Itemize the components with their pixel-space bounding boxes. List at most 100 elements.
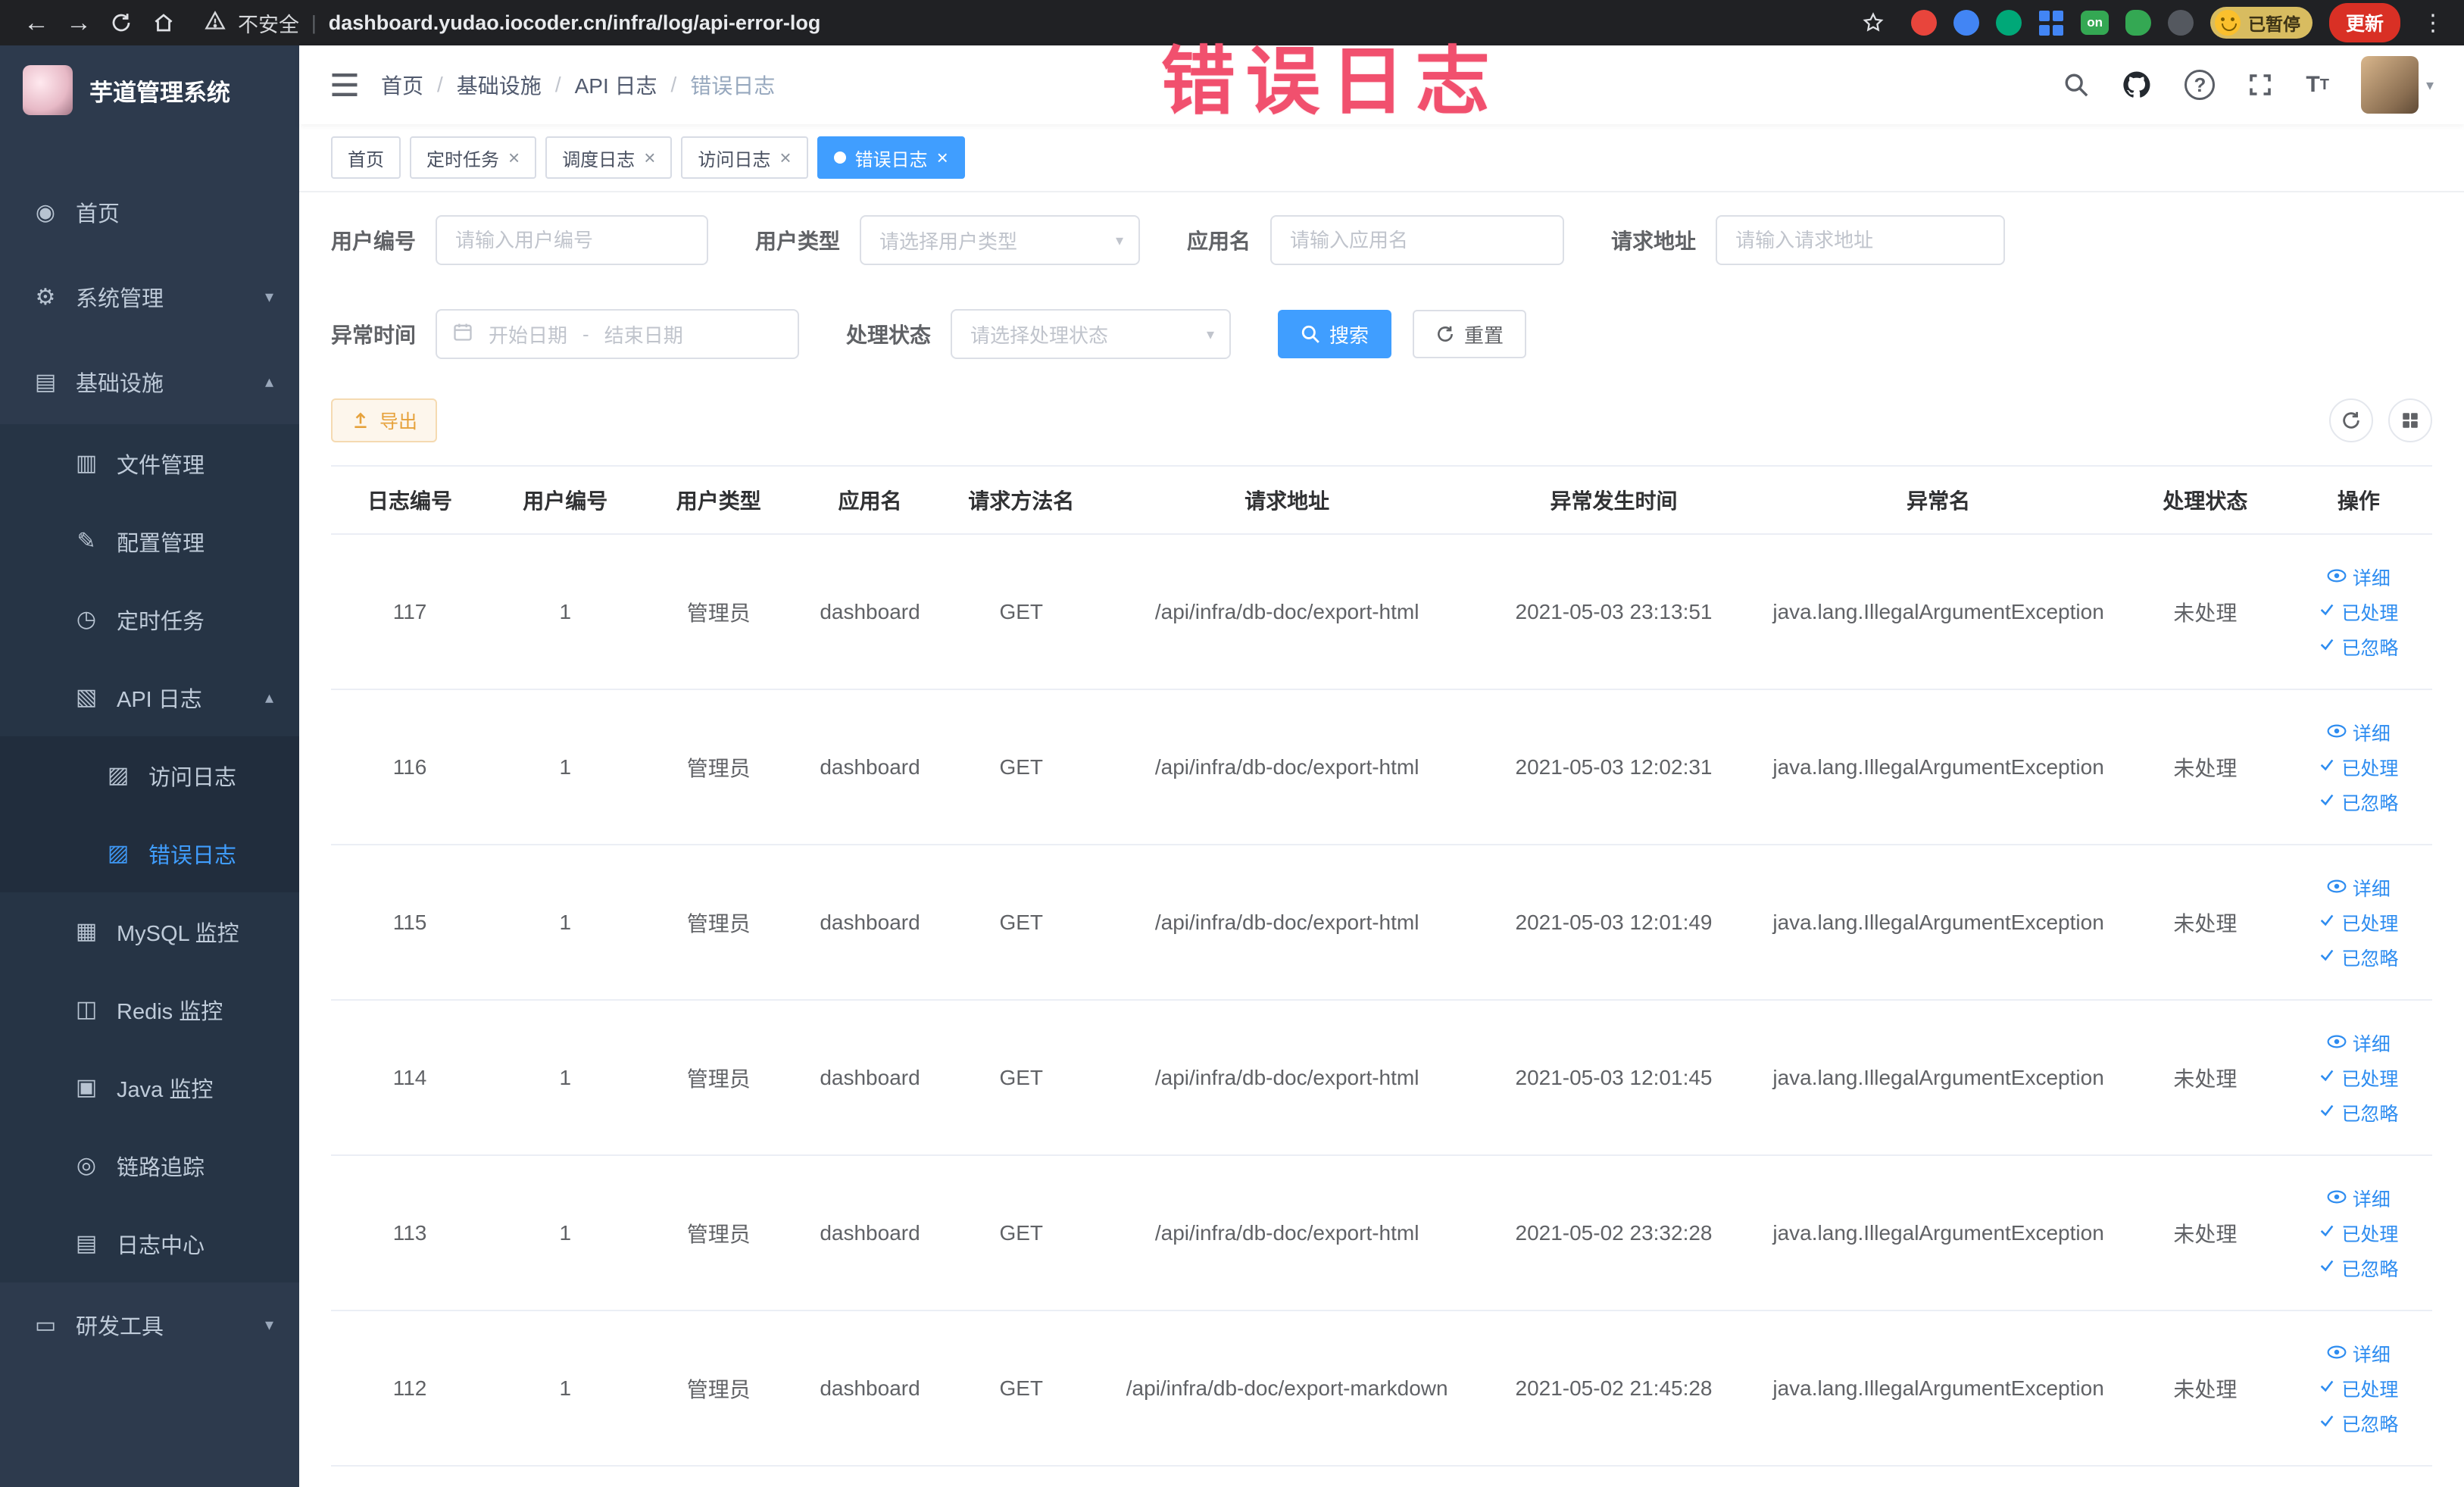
fullscreen-icon[interactable]: [2247, 71, 2274, 98]
user-type-label: 用户类型: [755, 230, 841, 253]
mark-processed-link[interactable]: 已处理: [2319, 598, 2398, 626]
browser-update-button[interactable]: 更新: [2328, 3, 2400, 42]
back-icon[interactable]: ←: [15, 5, 58, 41]
extension-icon-green[interactable]: [1996, 10, 2022, 36]
mark-ignored-link[interactable]: 已忽略: [2319, 1099, 2398, 1126]
detail-link[interactable]: 详细: [2327, 1029, 2391, 1057]
close-icon[interactable]: ×: [937, 148, 948, 167]
request-url-input[interactable]: [1716, 215, 2006, 265]
paused-extension-badge[interactable]: 已暂停: [2209, 7, 2313, 39]
trace-icon: ◎: [76, 1153, 97, 1178]
chevron-down-icon: ▾: [264, 287, 273, 306]
mark-ignored-link[interactable]: 已忽略: [2319, 633, 2398, 661]
filter-process-status: 处理状态 请选择处理状态 ▾: [846, 309, 1232, 359]
tab-access-log[interactable]: 访问日志 ×: [681, 136, 808, 179]
tab-home[interactable]: 首页: [331, 136, 401, 179]
col-log-id: 日志编号: [331, 465, 489, 535]
mark-processed-link[interactable]: 已处理: [2319, 754, 2398, 781]
sidebar-item-scheduled-tasks[interactable]: ◷ 定时任务: [0, 580, 299, 658]
breadcrumb-api-logs[interactable]: API 日志: [575, 70, 657, 100]
extension-icon-pin[interactable]: [2167, 10, 2194, 36]
tab-scheduled-tasks[interactable]: 定时任务 ×: [410, 136, 537, 179]
refresh-icon[interactable]: [2329, 398, 2373, 442]
user-type-select[interactable]: 请选择用户类型 ▾: [860, 215, 1141, 265]
search-button[interactable]: 搜索: [1278, 310, 1392, 358]
mark-ignored-link[interactable]: 已忽略: [2319, 1410, 2398, 1437]
sidebar-item-file-management[interactable]: ▥ 文件管理: [0, 424, 299, 502]
detail-link[interactable]: 详细: [2327, 1185, 2391, 1212]
hamburger-icon[interactable]: [322, 62, 367, 108]
bookmark-star-icon[interactable]: [1852, 5, 1894, 41]
mark-ignored-link[interactable]: 已忽略: [2319, 789, 2398, 816]
mark-processed-link[interactable]: 已处理: [2319, 1064, 2398, 1092]
address-bar[interactable]: 不安全 | dashboard.yudao.iocoder.cn/infra/l…: [205, 8, 1852, 38]
close-icon[interactable]: ×: [644, 148, 655, 167]
forward-icon[interactable]: →: [58, 5, 100, 41]
user-id-input[interactable]: [436, 215, 709, 265]
reset-button[interactable]: 重置: [1413, 310, 1527, 358]
start-date-placeholder[interactable]: 开始日期: [489, 320, 567, 348]
mark-ignored-link[interactable]: 已忽略: [2319, 1254, 2398, 1282]
app-name-input[interactable]: [1270, 215, 1565, 265]
sidebar-item-system-management[interactable]: ⚙ 系统管理 ▾: [0, 255, 299, 339]
cell-app-name: dashboard: [795, 689, 945, 845]
mark-processed-link[interactable]: 已处理: [2319, 1375, 2398, 1402]
sidebar-item-trace[interactable]: ◎ 链路追踪: [0, 1126, 299, 1204]
browser-menu-icon[interactable]: ⋮: [2417, 10, 2449, 36]
mark-processed-link[interactable]: 已处理: [2319, 1220, 2398, 1247]
sidebar-item-config-management[interactable]: ✎ 配置管理: [0, 502, 299, 580]
tab-schedule-log[interactable]: 调度日志 ×: [545, 136, 673, 179]
breadcrumb-infrastructure[interactable]: 基础设施: [457, 70, 542, 100]
process-status-select[interactable]: 请选择处理状态 ▾: [951, 309, 1232, 359]
logo-area[interactable]: 芋道管理系统: [0, 45, 299, 135]
avatar[interactable]: [2360, 56, 2419, 114]
export-button[interactable]: 导出: [331, 398, 438, 442]
close-icon[interactable]: ×: [779, 148, 791, 167]
mark-processed-link[interactable]: 已处理: [2319, 909, 2398, 936]
detail-link[interactable]: 详细: [2327, 874, 2391, 901]
cell-log-id: 113: [331, 1155, 489, 1311]
sidebar-item-access-log[interactable]: ▨ 访问日志: [0, 736, 299, 814]
paused-label: 已暂停: [2247, 14, 2300, 34]
table-row: 113 1 管理员 dashboard GET /api/infra/db-do…: [331, 1155, 2432, 1311]
sidebar-item-dev-tools[interactable]: ▭ 研发工具 ▾: [0, 1282, 299, 1367]
table-row: 116 1 管理员 dashboard GET /api/infra/db-do…: [331, 689, 2432, 845]
home-menu-icon: ◉: [35, 199, 56, 225]
detail-link[interactable]: 详细: [2327, 719, 2391, 746]
user-menu[interactable]: ▾: [2360, 56, 2434, 114]
sidebar-item-java-monitor[interactable]: ▣ Java 监控: [0, 1048, 299, 1126]
cell-request-url: /api/infra/db-doc/export-html: [1098, 1000, 1476, 1156]
cell-exception-name: java.lang.IllegalArgumentException: [1751, 534, 2125, 690]
check-icon: [2319, 636, 2335, 658]
sidebar-item-error-log[interactable]: ▨ 错误日志: [0, 814, 299, 892]
sidebar-item-infrastructure[interactable]: ▤ 基础设施 ▴: [0, 339, 299, 424]
mark-ignored-link[interactable]: 已忽略: [2319, 944, 2398, 971]
sidebar-item-log-center[interactable]: ▤ 日志中心: [0, 1204, 299, 1282]
sidebar-item-redis-monitor[interactable]: ◫ Redis 监控: [0, 970, 299, 1048]
home-icon[interactable]: [142, 5, 185, 41]
font-size-icon[interactable]: TT: [2306, 72, 2329, 98]
extension-icon-grid[interactable]: [2038, 10, 2064, 36]
github-icon[interactable]: [2121, 69, 2153, 101]
cell-status: 未处理: [2125, 534, 2285, 690]
help-icon[interactable]: ?: [2184, 70, 2216, 100]
extension-icon-drop[interactable]: [1953, 10, 1980, 36]
column-settings-icon[interactable]: [2388, 398, 2432, 442]
close-icon[interactable]: ×: [508, 148, 520, 167]
extension-on-badge[interactable]: on: [2081, 11, 2109, 35]
reload-icon[interactable]: [100, 5, 142, 41]
detail-link[interactable]: 详细: [2327, 564, 2391, 591]
search-icon[interactable]: [2063, 72, 2089, 98]
tab-error-log[interactable]: 错误日志 ×: [817, 136, 965, 179]
breadcrumb-home[interactable]: 首页: [381, 70, 423, 100]
sidebar-item-mysql-monitor[interactable]: ▦ MySQL 监控: [0, 892, 299, 970]
cell-log-id: 116: [331, 689, 489, 845]
end-date-placeholder[interactable]: 结束日期: [604, 320, 683, 348]
chevron-up-icon: ▴: [264, 372, 273, 391]
sidebar-item-home[interactable]: ◉ 首页: [0, 170, 299, 255]
extension-icon-red[interactable]: [1911, 10, 1938, 36]
detail-link[interactable]: 详细: [2327, 1340, 2391, 1367]
date-range-picker[interactable]: 开始日期 - 结束日期: [436, 309, 800, 359]
sidebar-item-api-logs[interactable]: ▧ API 日志 ▴: [0, 658, 299, 736]
extension-icon-leaf[interactable]: [2125, 10, 2151, 36]
